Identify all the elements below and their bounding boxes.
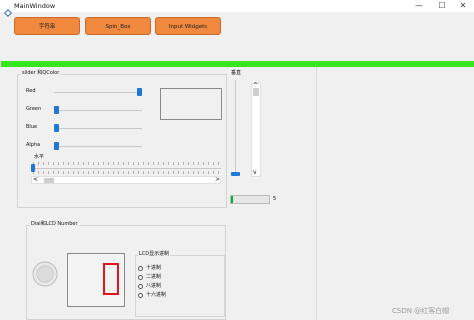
radix-decimal-radio[interactable]	[138, 266, 143, 271]
input-widgets-button[interactable]: Input Widgets	[155, 17, 221, 35]
small-progress-bar	[230, 195, 270, 204]
color-preview-box	[160, 88, 222, 120]
blue-slider-track[interactable]	[54, 128, 142, 129]
green-progress-bar	[1, 61, 474, 67]
radix-decimal-label: 十进制	[146, 265, 162, 271]
radix-binary-label: 二进制	[146, 274, 162, 280]
radix-octal-radio[interactable]	[138, 284, 143, 289]
maximize-button[interactable]: ☐	[431, 0, 453, 12]
green-label: Green	[26, 106, 42, 112]
vertical-scrollbar[interactable]	[251, 83, 261, 177]
right-panel-divider	[316, 67, 317, 320]
radix-hex-label: 十六进制	[146, 292, 167, 298]
lcd-digit	[103, 263, 119, 295]
horizontal-slider-track[interactable]	[31, 168, 221, 169]
watermark-text: CSDN @红客白帽	[392, 307, 450, 315]
dial-knob[interactable]	[31, 260, 59, 288]
slider-group-title: slider 和QColor	[21, 70, 61, 77]
radix-hex-radio[interactable]	[138, 293, 143, 298]
dial-lcd-title: Dial和LCD Number	[30, 221, 79, 228]
radix-binary-radio[interactable]	[138, 275, 143, 280]
close-button[interactable]: ✕	[452, 0, 474, 12]
green-slider-track[interactable]	[54, 110, 142, 111]
vertical-group-title: 垂直	[231, 70, 242, 76]
app-icon	[4, 2, 12, 17]
string-button[interactable]: 字符串	[14, 17, 80, 35]
horizontal-scrollbar[interactable]	[31, 176, 221, 184]
title-bar: MainWindow — ☐ ✕	[0, 0, 474, 17]
alpha-label: Alpha	[26, 142, 41, 148]
horizontal-slider-ticks	[33, 162, 219, 165]
scroll-left-arrow[interactable]: <	[33, 176, 38, 183]
red-label: Red	[26, 88, 36, 94]
alpha-slider-handle[interactable]	[54, 142, 59, 150]
blue-label: Blue	[26, 124, 38, 130]
spin-box-button[interactable]: Spin_Box	[85, 17, 151, 35]
radix-octal-label: 八进制	[146, 283, 162, 289]
progress-value-text: 5	[273, 196, 277, 202]
vertical-slider-track[interactable]	[235, 80, 236, 176]
alpha-slider-track[interactable]	[54, 146, 142, 147]
window-title: MainWindow	[14, 2, 56, 10]
blue-slider-handle[interactable]	[54, 124, 59, 132]
green-slider-handle[interactable]	[54, 106, 59, 114]
horizontal-scrollbar-thumb[interactable]	[44, 178, 54, 183]
horizontal-slider-handle[interactable]	[31, 164, 35, 172]
horizontal-title: 水平	[34, 154, 45, 160]
minimize-button[interactable]: —	[408, 0, 430, 12]
scroll-down-arrow[interactable]: v	[253, 169, 257, 176]
scroll-right-arrow[interactable]: >	[215, 176, 220, 183]
horizontal-slider-ticks-bottom	[33, 171, 219, 174]
vertical-scrollbar-thumb[interactable]	[253, 88, 259, 96]
lcd-radix-title: LCD显示进制	[138, 251, 171, 258]
lcd-number-display: 0	[67, 253, 125, 307]
small-progress-fill	[231, 196, 233, 203]
red-slider-handle[interactable]	[137, 88, 142, 96]
red-slider-track[interactable]	[54, 92, 142, 93]
vertical-slider-handle[interactable]	[231, 172, 240, 176]
